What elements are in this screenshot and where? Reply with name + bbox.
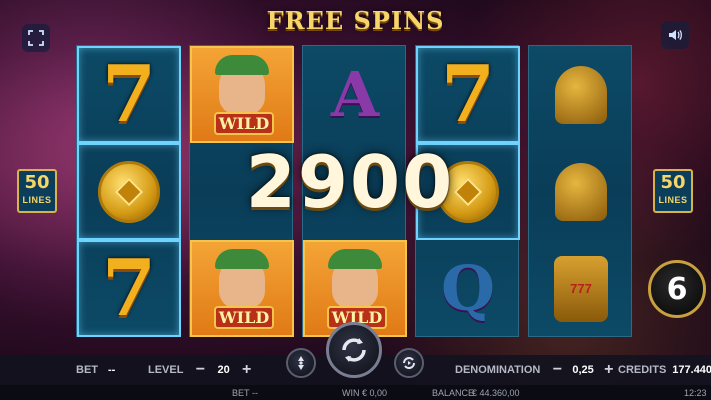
paylines-indicator-right: 50 LINES [653, 169, 693, 213]
symbol-bell [529, 46, 633, 143]
seven-symbol-icon: 7 [101, 242, 157, 334]
denomination-increase-button[interactable]: + [602, 362, 616, 378]
symbol-q: Q [416, 240, 520, 337]
turbo-icon [403, 357, 415, 369]
level-value: 20 [217, 364, 230, 376]
letter-q-symbol: Q [440, 252, 495, 325]
seven-symbol-icon: 7 [101, 48, 157, 140]
autoplay-button[interactable] [286, 348, 316, 378]
wild-character-icon [328, 248, 382, 309]
lines-label: LINES [658, 195, 688, 205]
status-footer: BET -- WIN € 0,00 BALANCE € 44.360,00 12… [0, 385, 711, 400]
credits-label: CREDITS [618, 364, 667, 376]
symbol-coin [77, 143, 181, 240]
speaker-icon [669, 30, 682, 40]
wild-label: WILD [214, 112, 274, 135]
credits-display: CREDITS 177.440 [618, 364, 711, 376]
level-increase-button[interactable]: + [240, 362, 254, 378]
bell-symbol-icon [555, 162, 607, 221]
footer-bet-label: BET [232, 387, 250, 398]
symbol-a: A [303, 46, 407, 143]
denomination-value: 0,25 [572, 364, 594, 376]
lines-number: 50 [660, 172, 686, 193]
bet-value: -- [108, 364, 116, 376]
win-amount: 2900 [245, 140, 455, 224]
seven-symbol-icon: 7 [440, 48, 496, 140]
autoplay-icon [298, 356, 304, 370]
turbo-button[interactable] [394, 348, 424, 378]
wild-label: WILD [214, 306, 274, 329]
fullscreen-icon [28, 30, 44, 46]
credits-value: 177.440 [672, 364, 711, 376]
footer-balance-value: € 44.360,00 [472, 387, 520, 398]
symbol-slot-machine: 777 [529, 240, 633, 337]
denomination-label: DENOMINATION [455, 364, 541, 376]
clock: 12:23 [684, 387, 707, 398]
denomination-control: DENOMINATION − 0,25 + [455, 362, 616, 378]
footer-bet-value: -- [252, 387, 258, 398]
wild-character-icon [215, 54, 269, 115]
level-control: LEVEL − 20 + [148, 362, 254, 378]
letter-a-symbol: A [330, 58, 380, 131]
symbol-seven: 7 [77, 240, 181, 337]
bet-label: BET [76, 364, 98, 376]
symbol-bell [529, 143, 633, 240]
denomination-decrease-button[interactable]: − [550, 362, 564, 378]
symbol-seven: 7 [77, 46, 181, 143]
level-decrease-button[interactable]: − [193, 362, 207, 378]
spin-button[interactable] [326, 322, 382, 378]
slot-machine-symbol-icon: 777 [554, 255, 608, 322]
symbol-wild: WILD [190, 46, 294, 143]
coin-symbol-icon [98, 160, 160, 223]
bell-symbol-icon [555, 65, 607, 124]
footer-balance-label: BALANCE [432, 387, 475, 398]
footer-win-label: WIN [342, 387, 360, 398]
footer-win-value: € 0,00 [362, 387, 388, 398]
symbol-seven: 7 [416, 46, 520, 143]
wild-character-icon [215, 248, 269, 309]
free-spins-title: FREE SPINS [266, 6, 445, 35]
spin-icon [342, 338, 366, 362]
reel-5: 777 [528, 45, 632, 337]
symbol-wild: WILD [190, 240, 294, 337]
sound-button[interactable] [661, 21, 689, 49]
level-label: LEVEL [148, 364, 184, 376]
fullscreen-button[interactable] [22, 24, 50, 52]
free-spins-counter: 6 [648, 260, 706, 318]
bet-display: BET -- [76, 364, 115, 376]
lines-label: LINES [22, 195, 52, 205]
paylines-indicator-left: 50 LINES [17, 169, 57, 213]
reel-1: 7 7 [76, 45, 181, 337]
lines-number: 50 [24, 172, 50, 193]
